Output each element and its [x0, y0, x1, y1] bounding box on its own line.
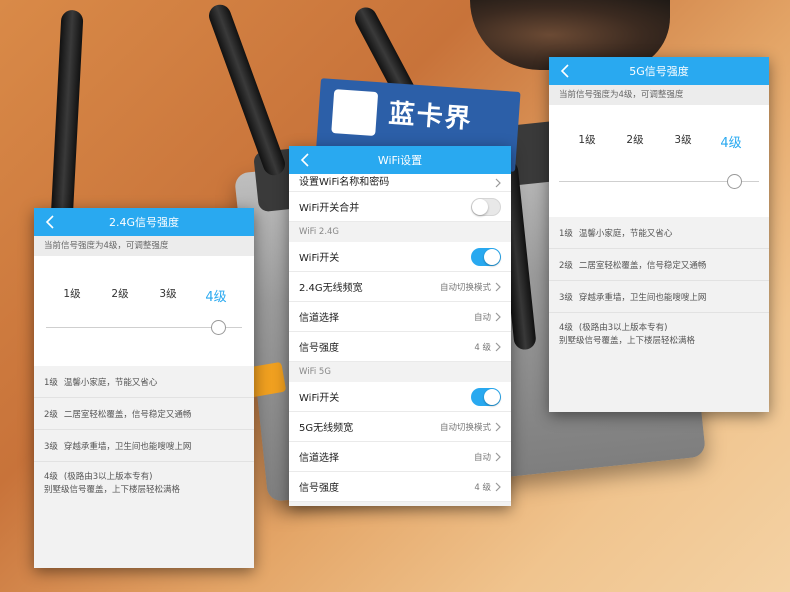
level-selector: 1级 2级 3级 4级	[549, 105, 769, 217]
wifi-merge-toggle[interactable]	[471, 197, 501, 216]
wifi-name-password-row[interactable]: 设置WiFi名称和密码	[289, 174, 511, 192]
antenna	[351, 3, 441, 147]
antenna	[205, 1, 289, 179]
back-arrow-icon[interactable]	[299, 153, 311, 167]
bandwidth-5g-row[interactable]: 5G无线频宽 自动切换模式	[289, 412, 511, 442]
description-row: 4级 (极路由3以上版本专有) 别墅级信号覆盖，上下楼层轻松满格	[559, 323, 696, 346]
panel-header: 5G信号强度	[549, 57, 769, 85]
wifi-5g-toggle[interactable]	[471, 387, 501, 406]
section-wifi-5g: WiFi 5G	[289, 362, 511, 382]
back-arrow-icon[interactable]	[559, 64, 571, 78]
antenna	[50, 9, 84, 226]
level-descriptions: 1级 温馨小家庭，节能又省心 2级 二居室轻松覆盖，信号稳定又通畅 3级 穿越承…	[549, 217, 769, 357]
level-3-option[interactable]: 3级	[148, 286, 188, 305]
level-2-option[interactable]: 2级	[615, 132, 655, 151]
panel-header: WiFi设置	[289, 146, 511, 174]
right-panel-5g: 5G信号强度 当前信号强度为4级，可调整强度 1级 2级 3级 4级 1级 温馨…	[549, 57, 769, 412]
strength-slider-thumb[interactable]	[211, 320, 226, 335]
wifi-5g-switch-row: WiFi开关	[289, 382, 511, 412]
chevron-right-icon	[495, 282, 501, 292]
chevron-right-icon	[495, 422, 501, 432]
wifi-24g-switch-row: WiFi开关	[289, 242, 511, 272]
chevron-right-icon	[495, 342, 501, 352]
level-1-option[interactable]: 1级	[52, 286, 92, 305]
wifi-24g-toggle[interactable]	[471, 247, 501, 266]
section-wifi-24g: WiFi 2.4G	[289, 222, 511, 242]
bandwidth-24g-row[interactable]: 2.4G无线频宽 自动切换模式	[289, 272, 511, 302]
chevron-right-icon	[495, 178, 501, 188]
level-3-option[interactable]: 3级	[663, 132, 703, 151]
channel-5g-row[interactable]: 信道选择 自动	[289, 442, 511, 472]
description-row: 3级 穿越承重墙，卫生间也能嗖嗖上网	[34, 430, 254, 462]
level-selector: 1级 2级 3级 4级	[34, 256, 254, 366]
left-panel-24g: 2.4G信号强度 当前信号强度为4级，可调整强度 1级 2级 3级 4级 1级 …	[34, 208, 254, 568]
description-row: 1级 温馨小家庭，节能又省心	[549, 217, 769, 249]
page-title: 2.4G信号强度	[108, 216, 180, 229]
page-title: WiFi设置	[377, 154, 423, 167]
description-row: 4级 (极路由3以上版本专有) 别墅级信号覆盖，上下楼层轻松满格	[44, 472, 181, 495]
strength-hint: 当前信号强度为4级，可调整强度	[549, 85, 769, 105]
chevron-right-icon	[495, 452, 501, 462]
chevron-right-icon	[495, 482, 501, 492]
level-4-option[interactable]: 4级	[196, 286, 236, 305]
strength-hint: 当前信号强度为4级，可调整强度	[34, 236, 254, 256]
level-4-option[interactable]: 4级	[711, 132, 751, 151]
strength-slider-thumb[interactable]	[727, 174, 742, 189]
page-title: 5G信号强度	[629, 65, 689, 78]
level-descriptions: 1级 温馨小家庭，节能又省心 2级 二居室轻松覆盖，信号稳定又通畅 3级 穿越承…	[34, 366, 254, 506]
sign-text: 蓝卡界	[387, 98, 474, 135]
panel-header: 2.4G信号强度	[34, 208, 254, 236]
description-row: 1级 温馨小家庭，节能又省心	[34, 366, 254, 398]
signal-strength-24g-row[interactable]: 信号强度 4 级	[289, 332, 511, 362]
channel-24g-row[interactable]: 信道选择 自动	[289, 302, 511, 332]
back-arrow-icon[interactable]	[44, 215, 56, 229]
wifi-merge-row: WiFi开关合并	[289, 192, 511, 222]
level-2-option[interactable]: 2级	[100, 286, 140, 305]
description-row: 2级 二居室轻松覆盖，信号稳定又通畅	[34, 398, 254, 430]
chevron-right-icon	[495, 312, 501, 322]
level-1-option[interactable]: 1级	[567, 132, 607, 151]
brand-logo-icon	[331, 89, 379, 137]
description-row: 3级 穿越承重墙，卫生间也能嗖嗖上网	[549, 281, 769, 313]
description-row: 2级 二居室轻松覆盖，信号稳定又通畅	[549, 249, 769, 281]
middle-panel-wifi-settings: WiFi设置 设置WiFi名称和密码 WiFi开关合并 WiFi 2.4G Wi…	[289, 146, 511, 506]
signal-strength-5g-row[interactable]: 信号强度 4 级	[289, 472, 511, 502]
